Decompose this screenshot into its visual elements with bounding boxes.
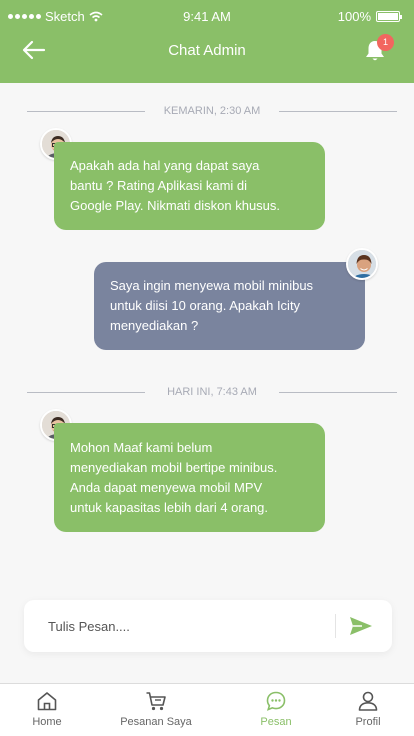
send-icon bbox=[350, 617, 372, 635]
message-bubble-user: Saya ingin menyewa mobil minibus untuk d… bbox=[94, 262, 365, 350]
message-composer bbox=[24, 600, 392, 652]
tab-label: Pesan bbox=[260, 716, 292, 728]
tab-pesan[interactable]: Pesan bbox=[231, 684, 321, 736]
message-input[interactable] bbox=[48, 616, 338, 636]
tab-profil[interactable]: Profil bbox=[323, 684, 413, 736]
battery-percent: 100% bbox=[337, 9, 371, 24]
tab-label: Home bbox=[32, 716, 62, 728]
send-button[interactable] bbox=[349, 616, 373, 636]
message-text: Apakah ada hal yang dapat saya bantu ? R… bbox=[70, 158, 281, 213]
tab-label: Profil bbox=[355, 716, 381, 728]
message-bubble-admin: Apakah ada hal yang dapat saya bantu ? R… bbox=[54, 142, 325, 230]
notification-button[interactable]: 1 bbox=[362, 34, 394, 64]
home-icon bbox=[37, 692, 57, 711]
battery-icon bbox=[376, 11, 402, 22]
user-icon bbox=[358, 691, 378, 711]
tab-pesanan-saya[interactable]: Pesanan Saya bbox=[111, 684, 201, 736]
composer-divider bbox=[335, 614, 336, 638]
tab-label: Pesanan Saya bbox=[120, 716, 192, 728]
message-text: Mohon Maaf kami belum menyediakan mobil … bbox=[70, 439, 278, 515]
cart-icon bbox=[146, 692, 166, 711]
chat-icon bbox=[266, 691, 286, 711]
message-text: Saya ingin menyewa mobil minibus untuk d… bbox=[110, 278, 314, 333]
notification-badge: 1 bbox=[377, 34, 394, 51]
app-header: Sketch 9:41 AM 100% Chat Admin 1 bbox=[0, 0, 414, 83]
tab-home[interactable]: Home bbox=[2, 684, 92, 736]
page-title: Chat Admin bbox=[168, 42, 246, 59]
date-divider: HARI INI, 7:43 AM bbox=[27, 385, 397, 399]
bottom-tab-bar: Home Pesanan Saya Pesan Profil bbox=[0, 683, 414, 736]
battery-info: 100% bbox=[337, 9, 402, 24]
message-bubble-admin: Mohon Maaf kami belum menyediakan mobil … bbox=[54, 423, 325, 532]
user-avatar bbox=[346, 248, 378, 280]
status-bar: Sketch 9:41 AM 100% bbox=[0, 0, 414, 32]
date-divider: KEMARIN, 2:30 AM bbox=[27, 104, 397, 118]
